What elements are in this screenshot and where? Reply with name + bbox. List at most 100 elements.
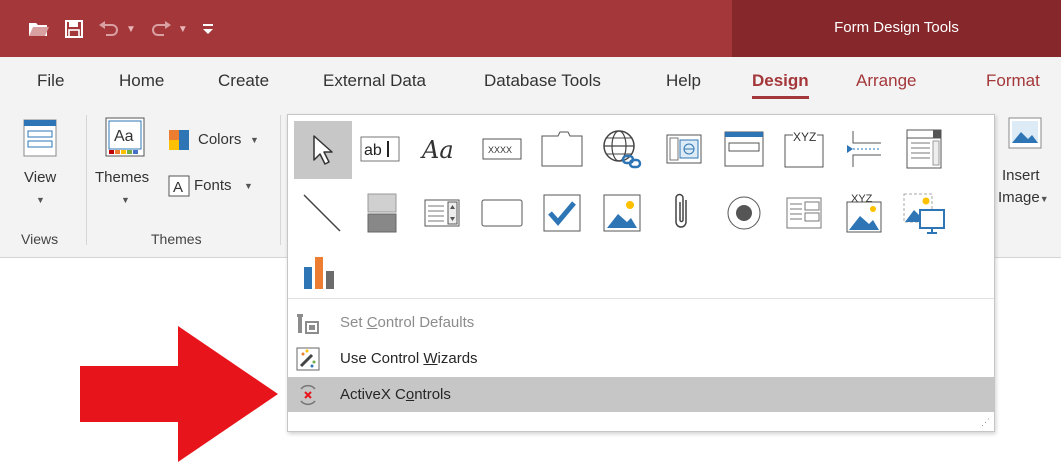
tab-database-tools[interactable]: Database Tools <box>484 71 601 91</box>
activex-icon <box>296 383 320 407</box>
rectangle-control[interactable] <box>478 189 526 237</box>
tab-create[interactable]: Create <box>218 71 269 91</box>
use-control-wizards-item[interactable]: Use Control Wizards <box>288 341 994 376</box>
view-dropdown-icon: ▼ <box>36 195 45 205</box>
tab-external-data[interactable]: External Data <box>323 71 426 91</box>
form-view-icon <box>23 119 57 157</box>
fonts-icon: A <box>168 175 190 197</box>
button-control[interactable]: XXXX <box>478 125 526 173</box>
button-icon: XXXX <box>482 138 522 160</box>
pointer-icon <box>313 135 333 165</box>
undo-icon[interactable] <box>98 16 120 42</box>
fonts-dropdown-icon: ▼ <box>244 181 253 191</box>
themes-label: Themes <box>95 169 150 186</box>
unbound-object-frame-control[interactable] <box>900 189 948 237</box>
svg-text:XYZ: XYZ <box>793 130 816 144</box>
rectangle-icon <box>481 199 523 227</box>
tab-home[interactable]: Home <box>119 71 164 91</box>
check-box-icon <box>543 194 581 232</box>
colors-button[interactable]: Colors ▼ <box>168 129 268 153</box>
bound-object-frame-control[interactable]: XYZ <box>840 189 888 237</box>
svg-text:A: A <box>173 179 183 196</box>
activex-controls-label: ActiveX Controls <box>340 386 451 403</box>
view-label: View <box>24 169 57 186</box>
list-box-control[interactable] <box>418 189 466 237</box>
insert-image-icon <box>1008 117 1042 149</box>
line-icon <box>303 194 341 232</box>
set-control-defaults-item[interactable]: Set Control Defaults <box>288 305 994 340</box>
attachment-control[interactable] <box>658 189 706 237</box>
gallery-separator <box>288 298 994 299</box>
tab-control[interactable] <box>538 125 586 173</box>
red-arrow <box>80 326 278 462</box>
fonts-button[interactable]: A Fonts ▼ <box>168 175 268 199</box>
option-group-control[interactable]: XYZ <box>780 125 828 173</box>
insert-image-label-2: Image▼ <box>998 189 1049 206</box>
chart-icon <box>304 257 334 289</box>
colors-icon <box>169 130 189 150</box>
view-button[interactable]: View ▼ <box>14 117 66 217</box>
save-icon[interactable] <box>64 16 84 42</box>
text-box-icon: ab <box>360 136 400 162</box>
hyperlink-control[interactable] <box>598 125 646 173</box>
image-icon <box>603 194 641 232</box>
option-group-icon: XYZ <box>784 130 824 168</box>
svg-text:XYZ: XYZ <box>851 193 873 205</box>
views-group-label: Views <box>21 231 59 247</box>
combo-box-control[interactable] <box>900 125 948 173</box>
group-divider <box>280 115 281 245</box>
check-box-control[interactable] <box>538 189 586 237</box>
page-break-control[interactable] <box>840 125 888 173</box>
context-tab-group: Form Design Tools <box>732 0 1061 57</box>
resize-grip-icon[interactable]: ⋰ <box>981 417 990 428</box>
redo-icon[interactable] <box>150 16 172 42</box>
toggle-button-icon <box>367 193 397 233</box>
themes-icon: Aa <box>105 117 145 157</box>
list-box-icon <box>424 199 460 227</box>
customize-qat-icon[interactable] <box>202 16 214 42</box>
web-browser-icon <box>666 134 702 164</box>
insert-image-button[interactable]: Insert Image▼ <box>998 115 1058 217</box>
fonts-label: Fonts <box>194 177 232 194</box>
tab-design[interactable]: Design <box>752 71 809 99</box>
set-control-defaults-label: Set Control Defaults <box>340 314 475 331</box>
web-browser-control[interactable] <box>660 125 708 173</box>
open-folder-icon[interactable] <box>28 16 50 42</box>
insert-image-label: Insert <box>1002 167 1040 184</box>
title-bar: ▼ ▼ Form Design Tools <box>0 0 1061 57</box>
tab-file[interactable]: File <box>37 71 64 91</box>
subform-icon <box>786 197 822 229</box>
svg-text:Aa: Aa <box>420 136 454 164</box>
text-box-control[interactable]: ab <box>356 125 404 173</box>
controls-gallery-popup: ab Aa XXXX XYZ XYZ Set Control Defaults … <box>287 114 995 432</box>
option-button-icon <box>727 196 761 230</box>
paperclip-icon <box>675 193 687 228</box>
navigation-control[interactable] <box>720 125 768 173</box>
redo-dropdown-icon[interactable]: ▼ <box>178 24 188 35</box>
image-control[interactable] <box>598 189 646 237</box>
navigation-icon <box>724 131 764 167</box>
label-icon: Aa <box>420 136 454 164</box>
undo-dropdown-icon[interactable]: ▼ <box>126 24 136 35</box>
chart-control[interactable] <box>296 247 344 295</box>
themes-button[interactable]: Aa Themes ▼ <box>95 115 163 217</box>
context-tab-label: Form Design Tools <box>834 19 959 36</box>
group-divider <box>86 115 87 245</box>
colors-dropdown-icon: ▼ <box>250 135 259 145</box>
tab-arrange[interactable]: Arrange <box>856 71 916 91</box>
subform-control[interactable] <box>780 189 828 237</box>
control-defaults-icon <box>296 311 320 335</box>
themes-group-label: Themes <box>151 231 202 247</box>
tab-help[interactable]: Help <box>666 71 701 91</box>
svg-text:ab: ab <box>364 142 382 159</box>
line-control[interactable] <box>298 189 346 237</box>
quick-access-toolbar: ▼ ▼ <box>28 16 214 42</box>
option-button-control[interactable] <box>720 189 768 237</box>
label-control[interactable]: Aa <box>418 125 466 173</box>
select-tool[interactable] <box>294 121 352 179</box>
tab-format[interactable]: Format <box>986 71 1040 91</box>
activex-controls-item[interactable]: ActiveX Controls <box>288 377 994 412</box>
toggle-button-control[interactable] <box>358 189 406 237</box>
svg-text:Aa: Aa <box>114 128 134 145</box>
control-wizards-icon <box>296 347 320 371</box>
